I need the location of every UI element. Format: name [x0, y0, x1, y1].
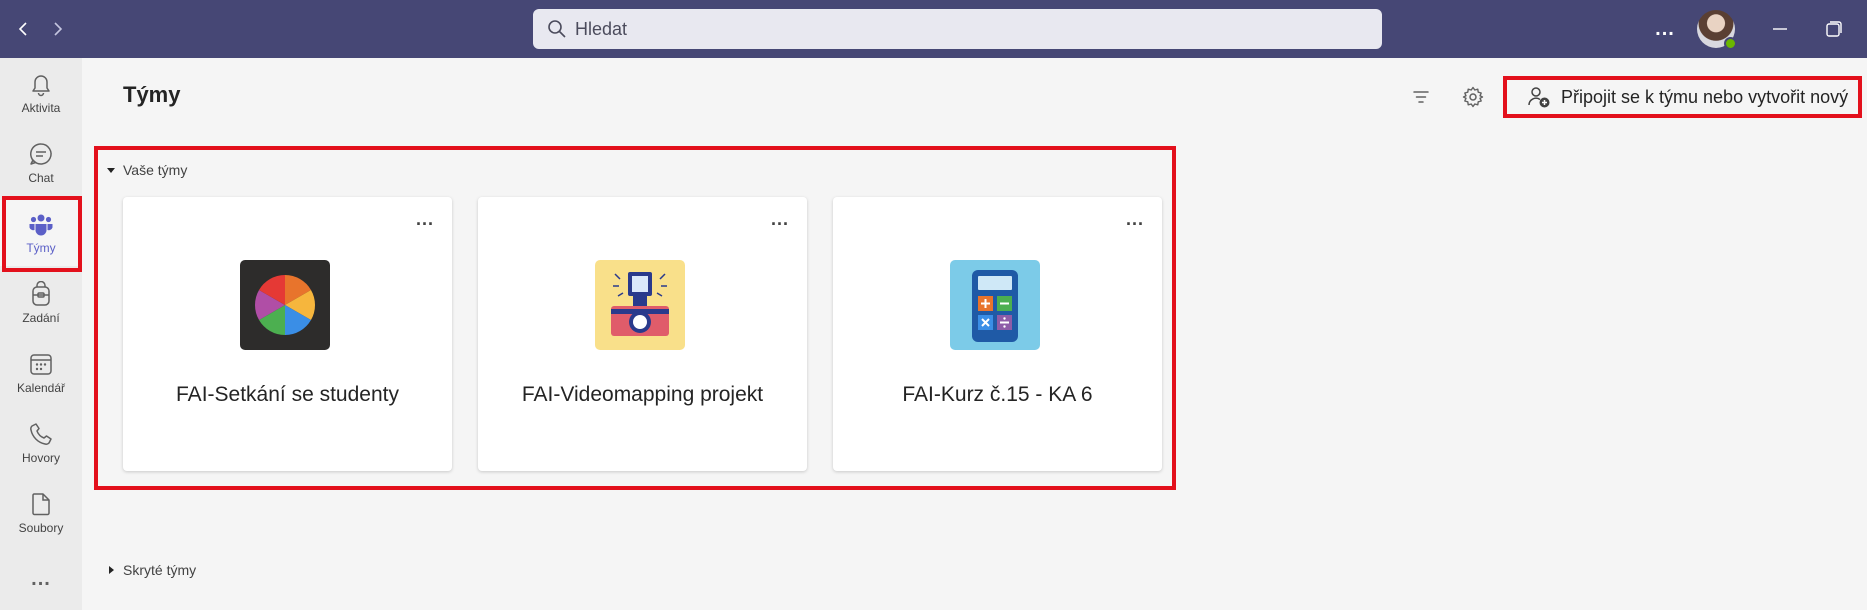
file-icon — [32, 493, 50, 516]
team-name: FAI-Kurz č.15 - KA 6 — [902, 383, 1093, 406]
join-button-label: Připojit se k týmu nebo vytvořit nový — [1561, 86, 1849, 107]
minimize-button[interactable] — [1765, 14, 1795, 44]
chat-icon — [30, 143, 52, 165]
team-more-button[interactable]: ... — [771, 209, 789, 230]
restore-button[interactable] — [1819, 14, 1849, 44]
team-card-setkani[interactable]: ... FAI-Setkání se studenty — [123, 197, 452, 471]
caret-down-icon — [107, 168, 115, 173]
rail-item-activity[interactable]: Aktivita — [0, 60, 82, 126]
more-options-button[interactable]: ... — [1650, 14, 1680, 44]
chevron-left-icon — [18, 22, 27, 36]
title-bar: Hledat ... — [0, 0, 1867, 58]
settings-button[interactable] — [1458, 82, 1488, 112]
rail-item-label: Hovory — [21, 451, 60, 465]
calendar-icon — [30, 354, 52, 375]
more-apps-button[interactable]: ... — [0, 568, 82, 591]
filter-button[interactable] — [1406, 82, 1436, 112]
team-card-videomapping[interactable]: ... FAI-Videomapping projekt — [478, 197, 807, 471]
rail-item-assignments[interactable]: Zadání — [0, 270, 82, 336]
teams-highlight-box — [2, 196, 82, 272]
search-input[interactable]: Hledat — [533, 9, 1382, 49]
filter-icon — [1413, 91, 1429, 103]
hidden-teams-toggle[interactable]: Skryté týmy — [106, 562, 196, 578]
gear-icon — [1462, 86, 1484, 108]
rail-item-label: Kalendář — [16, 381, 66, 395]
calculator-icon — [950, 260, 1040, 350]
team-more-button[interactable]: ... — [416, 209, 434, 230]
hidden-teams-label: Skryté týmy — [123, 562, 197, 578]
color-wheel-icon — [240, 260, 330, 350]
presence-available-icon — [1724, 37, 1737, 50]
rail-item-calls[interactable]: Hovory — [0, 410, 82, 476]
rail-item-chat[interactable]: Chat — [0, 130, 82, 196]
rail-item-label: Zadání — [22, 311, 60, 325]
team-name: FAI-Setkání se studenty — [176, 383, 399, 406]
rail-item-label: Aktivita — [21, 101, 61, 115]
rail-item-label: Chat — [28, 171, 54, 185]
caret-right-icon — [109, 566, 114, 574]
forward-button[interactable] — [43, 14, 73, 44]
camera-icon — [595, 260, 685, 350]
team-name: FAI-Videomapping projekt — [521, 383, 764, 406]
search-placeholder: Hledat — [575, 18, 628, 39]
backpack-icon — [32, 281, 50, 306]
search-icon — [548, 20, 566, 38]
page-title: Týmy — [123, 82, 181, 107]
your-teams-toggle[interactable]: Vaše týmy — [106, 162, 187, 178]
back-button[interactable] — [8, 14, 38, 44]
join-or-create-team-button[interactable]: Připojit se k týmu nebo vytvořit nový — [1503, 76, 1862, 118]
bell-icon — [32, 75, 50, 97]
team-card-kurz[interactable]: ... FAI-Kurz č.15 - KA 6 — [833, 197, 1162, 471]
phone-icon — [30, 423, 52, 445]
add-people-icon — [1528, 87, 1550, 108]
minimize-icon — [1773, 28, 1787, 30]
rail-item-label: Soubory — [18, 521, 64, 535]
restore-icon — [1826, 21, 1842, 37]
rail-item-files[interactable]: Soubory — [0, 480, 82, 546]
your-teams-label: Vaše týmy — [123, 162, 188, 178]
app-rail: Aktivita Chat Týmy Zadání Kalendář Hovor… — [0, 58, 82, 610]
avatar[interactable] — [1697, 10, 1737, 50]
team-more-button[interactable]: ... — [1126, 209, 1144, 230]
chevron-right-icon — [54, 22, 63, 36]
rail-item-calendar[interactable]: Kalendář — [0, 340, 82, 406]
